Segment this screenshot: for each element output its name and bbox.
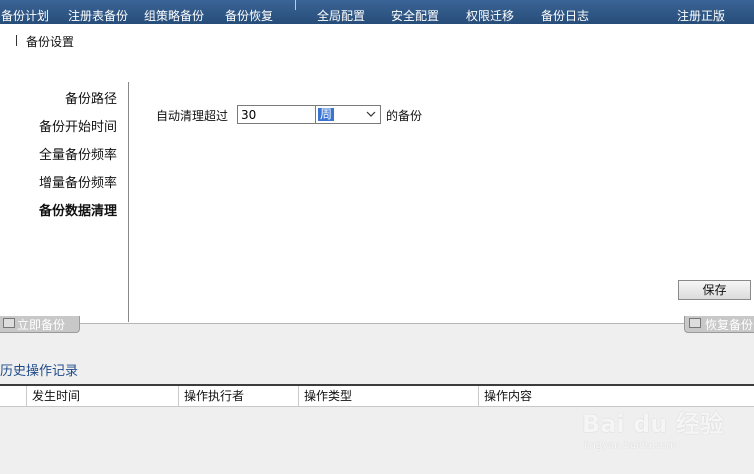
save-button[interactable]: 保存 <box>678 280 751 300</box>
watermark-url: jingyan.baidu.com <box>584 440 677 451</box>
chevron-down-icon <box>366 111 376 117</box>
top-nav-bar: 备份计划 注册表备份 组策略备份 备份恢复 全局配置 安全配置 权限迁移 备份日… <box>0 0 754 25</box>
watermark-brand: Bai du 经验 <box>582 410 724 438</box>
restore-backup-tab[interactable]: 恢复备份 <box>684 316 754 333</box>
menu-item-backup-start-time[interactable]: 备份开始时间 <box>39 116 117 135</box>
nav-item-global-config[interactable]: 全局配置 <box>317 7 365 24</box>
nav-item-registry-backup[interactable]: 注册表备份 <box>68 7 128 24</box>
panel-title-text: 备份设置 <box>26 35 75 49</box>
panel-title: 备份设置 <box>16 33 74 50</box>
auto-cleanup-label: 自动清理超过 <box>156 109 229 123</box>
restore-backup-label: 恢复备份 <box>705 318 754 332</box>
cleanup-suffix-label: 的备份 <box>386 109 423 123</box>
menu-item-backup-data-cleanup[interactable]: 备份数据清理 <box>39 200 117 219</box>
menu-item-backup-path[interactable]: 备份路径 <box>65 88 117 107</box>
backup-now-label: 立即备份 <box>17 318 66 332</box>
column-header-operation-type[interactable]: 操作类型 <box>298 386 478 406</box>
column-header-operator[interactable]: 操作执行者 <box>178 386 298 406</box>
baidu-jingyan-watermark: Bai du 经验 jingyan.baidu.com <box>578 398 724 458</box>
nav-item-register[interactable]: 注册正版 <box>677 7 725 24</box>
nav-divider <box>295 0 296 10</box>
backup-icon <box>3 318 15 328</box>
cleanup-period-input[interactable] <box>237 105 316 124</box>
nav-item-security-config[interactable]: 安全配置 <box>391 7 439 24</box>
cleanup-unit-select[interactable]: 周 <box>315 105 381 124</box>
restore-icon <box>689 318 701 328</box>
nav-item-backup-plan[interactable]: 备份计划 <box>1 7 49 24</box>
nav-item-permission-migration[interactable]: 权限迁移 <box>466 7 514 24</box>
menu-item-incremental-backup-frequency[interactable]: 增量备份频率 <box>39 172 117 191</box>
menu-item-full-backup-frequency[interactable]: 全量备份频率 <box>39 144 117 163</box>
backup-now-tab[interactable]: 立即备份 <box>0 316 80 333</box>
history-title: 历史操作记录 <box>0 364 79 379</box>
settings-side-menu: 备份路径 备份开始时间 全量备份频率 增量备份频率 备份数据清理 <box>0 82 129 322</box>
nav-item-backup-restore[interactable]: 备份恢复 <box>225 7 273 24</box>
column-header-time[interactable]: 发生时间 <box>26 386 178 406</box>
nav-item-backup-log[interactable]: 备份日志 <box>541 7 589 24</box>
nav-item-group-policy-backup[interactable]: 组策略备份 <box>144 7 204 24</box>
cleanup-unit-selected: 周 <box>318 107 335 121</box>
